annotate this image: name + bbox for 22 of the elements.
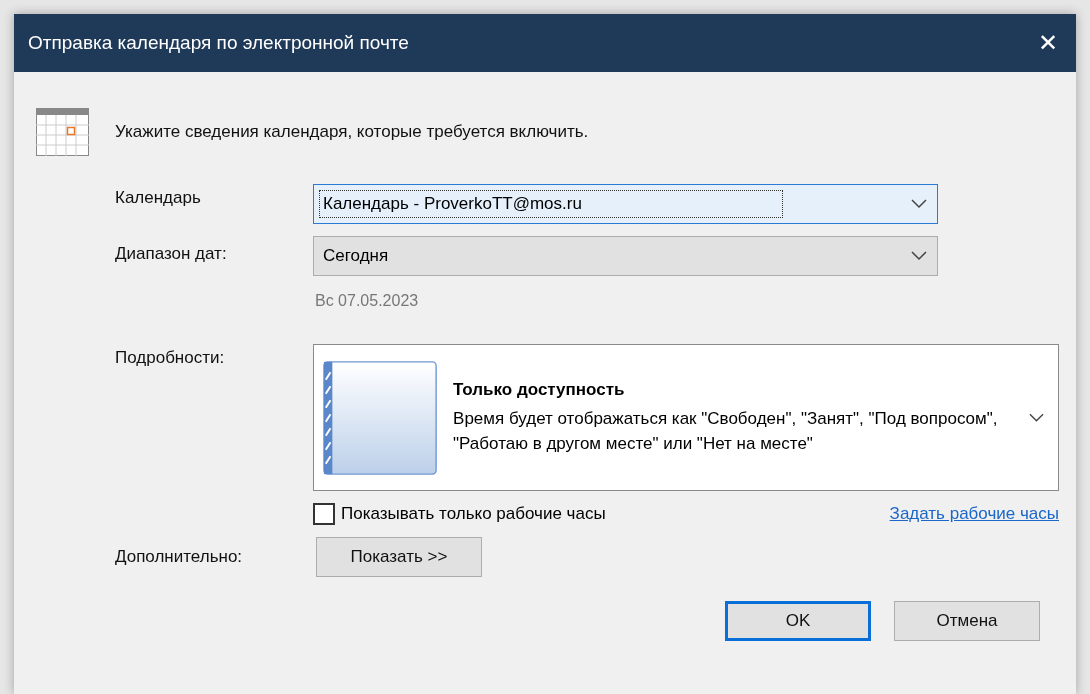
dropdown[interactable]: Календарь - ProverkoTT@mos.ru	[313, 184, 938, 224]
instruction-text: Укажите сведения календаря, которые требуется включить.	[115, 122, 589, 142]
field-label: Диапазон дат:	[115, 243, 228, 264]
cancel-button[interactable]: Отмена	[894, 601, 1040, 641]
date-text: Вс 07.05.2023	[314, 291, 420, 311]
show-button[interactable]: Показать >>	[316, 537, 482, 577]
chevron-down-icon	[911, 251, 927, 261]
calendar-icon	[36, 108, 89, 156]
close-button[interactable]: ✕	[1034, 29, 1062, 57]
ok-button[interactable]: OK	[725, 601, 871, 641]
option-title: Только доступность	[453, 379, 626, 400]
field-label: Подробности:	[115, 347, 226, 368]
working-hours-checkbox[interactable]: Показывать только рабочие часы	[313, 503, 606, 525]
field-label: Дополнительно:	[115, 546, 244, 567]
chevron-down-icon	[1029, 412, 1044, 423]
dropdown[interactable]: Сегодня	[313, 236, 938, 276]
details-dropdown[interactable]: Только доступность Время будет отображаться как "Свободен", "Занят", "Под вопросом", "Работаю в другом месте" или "Нет на месте"	[313, 344, 1059, 491]
field-label: Календарь	[115, 187, 202, 208]
window-title: Отправка календаря по электронной почте	[28, 32, 409, 54]
chevron-down-icon	[911, 199, 927, 209]
option-description: Время будет отображаться как "Свободен", "Занят", "Под вопросом", "Работаю в другом месте" или "Нет на месте"	[453, 407, 999, 455]
working-hours-link[interactable]: Задать рабочие часы	[889, 504, 1059, 524]
